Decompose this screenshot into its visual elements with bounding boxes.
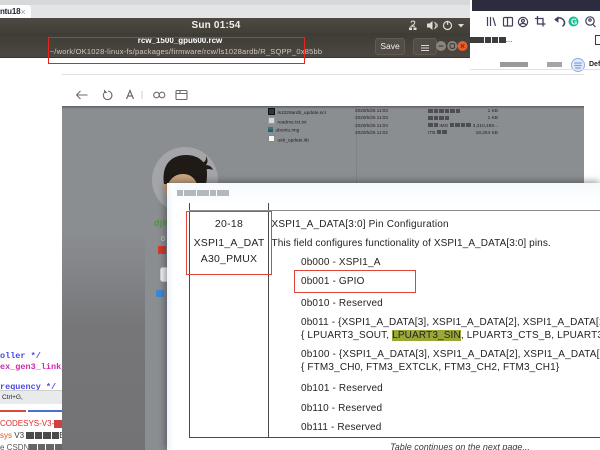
svg-text:G: G — [571, 18, 577, 27]
